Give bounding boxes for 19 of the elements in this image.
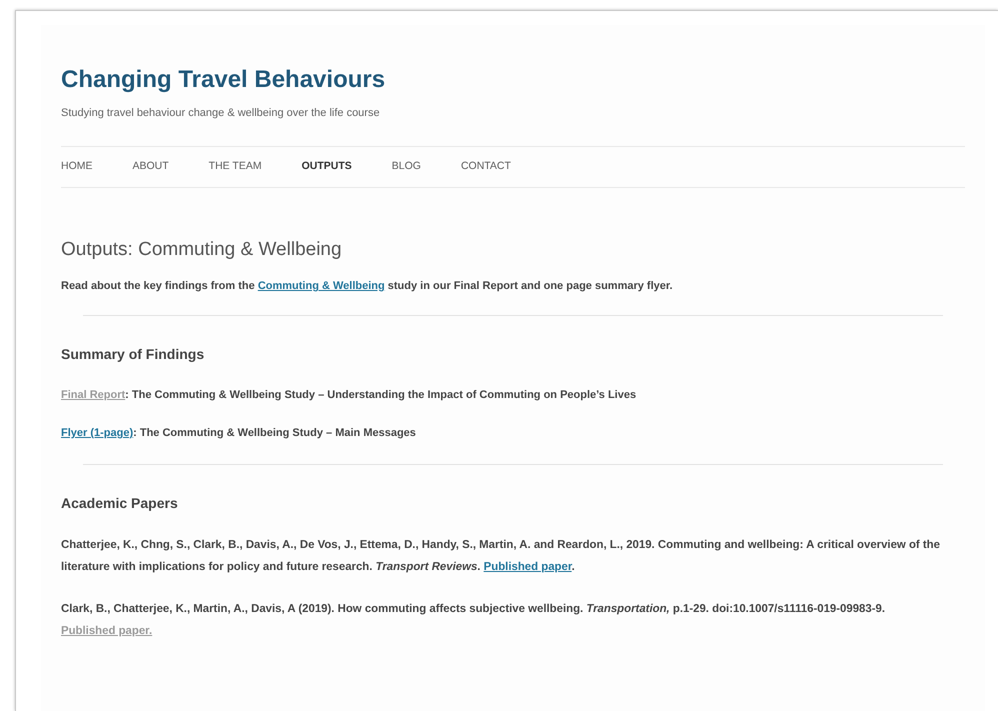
- finding-item: Final Report: The Commuting & Wellbeing Study – Understanding the Impact of Commuting on People’s Lives: [61, 388, 638, 402]
- nav-link[interactable]: HOME: [61, 158, 92, 174]
- paper-citation: Chatterjee, K., Chng, S., Clark, B., Davis, A., De Vos, J., Ettema, D., Handy, S., Martin, A. and Reardon, L., 2019. Commuting and wellbeing: A critical overview of the literature with implications for policy and future research. Transport Reviews. Published paper.: [61, 538, 941, 574]
- nav-link[interactable]: THE TEAM: [208, 158, 262, 174]
- nav-link[interactable]: BLOG: [392, 158, 421, 174]
- site-tagline: Studying travel behaviour change & wellbeing over the life course: [61, 106, 381, 121]
- study-link[interactable]: Commuting & Wellbeing: [258, 280, 385, 292]
- nav-link[interactable]: CONTACT: [460, 158, 511, 174]
- intro-paragraph: Read about the key findings from the Commuting & Wellbeing study in our Final Report and one page summary flyer.: [61, 279, 674, 294]
- paper-link[interactable]: Published paper: [484, 560, 572, 572]
- page-title: Outputs: Commuting & Wellbeing: [61, 238, 343, 262]
- site-title[interactable]: Changing Travel Behaviours: [61, 65, 965, 95]
- nav-link[interactable]: ABOUT: [132, 158, 169, 174]
- finding-item: Flyer (1-page): The Commuting & Wellbeing Study – Main Messages: [61, 426, 417, 441]
- document-link[interactable]: Flyer (1-page): [61, 427, 134, 439]
- paper-citation: Clark, B., Chatterjee, K., Martin, A., Davis, A (2019). How commuting affects subjective wellbeing. Transportation, p.1-29. doi:10.1007/s11116-019-09983-9. Published paper.: [61, 602, 886, 638]
- section-heading: Summary of Findings: [61, 344, 206, 364]
- nav-link[interactable]: OUTPUTS: [302, 158, 352, 174]
- section-heading: Academic Papers: [61, 494, 179, 513]
